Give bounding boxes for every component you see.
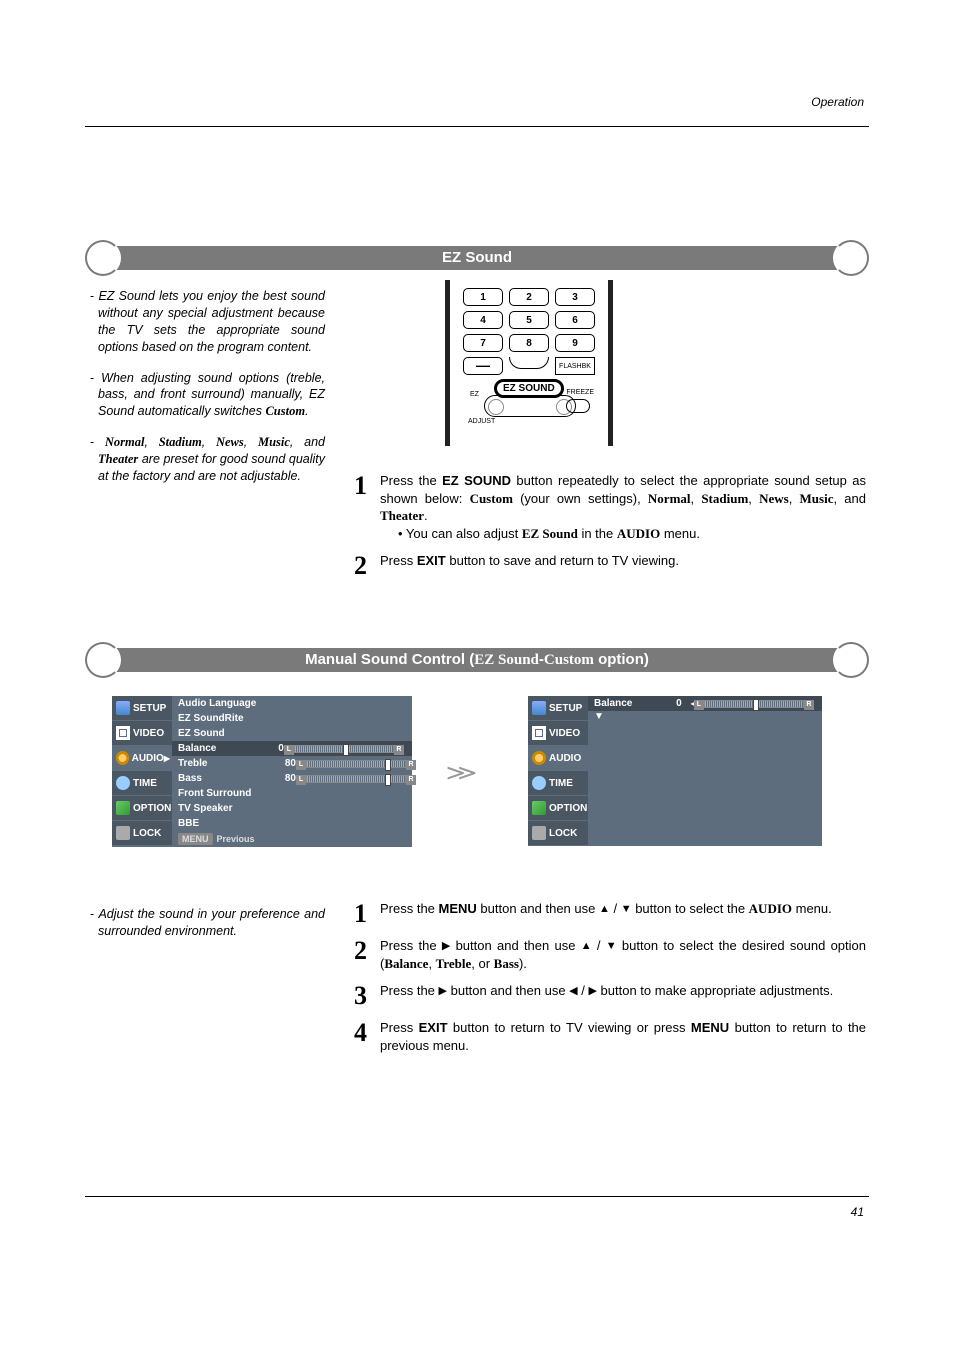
osd-tab-option: OPTION [112,796,172,820]
manual-note-1: Adjust the sound in your preference and … [98,907,325,938]
remote-key-1: 1 [463,288,503,306]
up-arrow-icon: ▲ [581,939,592,954]
remote-freeze-button [566,399,590,413]
osd-row: Front Surround [172,786,412,801]
osd-row: EZ Sound [172,726,412,741]
video-icon [116,726,130,740]
balance-slider: LR [704,700,804,708]
remote-illustration: 1 2 3 4 5 6 7 8 9 — FLASHBK EZ SOUND EZ … [445,280,613,446]
option-icon [532,801,546,815]
section-ez-sound-title: EZ Sound [85,240,869,276]
remote-key-4: 4 [463,311,503,329]
page-number: 41 [851,1205,864,1219]
osd-tab-video: VIDEO [112,721,172,745]
step-number-2: 2 [354,552,380,579]
audio-icon [532,751,546,765]
osd2-down-arrow: ▼ [588,711,822,722]
manual-step-4: Press EXIT button to return to TV viewin… [380,1019,866,1054]
left-arrow-icon: ◀ [569,984,577,999]
option-icon [116,801,130,815]
osd2-tab-time: TIME [528,771,588,795]
footer-rule [85,1196,869,1197]
remote-key-6: 6 [555,311,595,329]
chevron-right-icon: ▶ [164,754,170,763]
osd-row: EZ SoundRite [172,711,412,726]
step-number-1: 1 [354,472,380,542]
setup-icon [116,701,130,715]
osd-tab-time: TIME [112,771,172,795]
osd2-tab-setup: SETUP [528,696,588,720]
remote-label-freeze: FREEZE [566,389,594,396]
manual-step-2: Press the ▶ button and then use ▲ / ▼ bu… [380,937,866,972]
osd-row: Bass80LR [172,771,412,786]
audio-icon [116,751,129,765]
section-manual-label: Manual Sound Control (EZ Sound-Custom op… [85,648,869,672]
manual-step-1: Press the MENU button and then use ▲ / ▼… [380,900,866,927]
time-icon [116,776,130,790]
remote-key-3: 3 [555,288,595,306]
step-number-1: 1 [354,900,380,927]
remote-key-flashbk: FLASHBK [555,357,595,375]
osd-row: BBE [172,816,412,831]
osd-tab-lock: LOCK [112,821,172,845]
osd2-tab-video: VIDEO [528,721,588,745]
right-arrow-icon: ▶ [588,984,596,999]
remote-key-dash: — [463,357,503,375]
osd2-tab-lock: LOCK [528,821,588,845]
osd2-tab-audio: AUDIO [528,746,588,770]
ez-step-2: Press EXIT button to save and return to … [380,552,866,579]
osd-tab-setup: SETUP [112,696,172,720]
osd2-tab-option: OPTION [528,796,588,820]
ez-step-1: Press the EZ SOUND button repeatedly to … [380,472,866,542]
remote-label-ez: EZ [470,391,479,398]
ez-sound-steps: 1 Press the EZ SOUND button repeatedly t… [354,472,866,589]
manual-notes: - Adjust the sound in your preference an… [90,906,325,954]
step-number-2: 2 [354,937,380,972]
down-arrow-icon: ▼ [621,902,632,917]
remote-key-2: 2 [509,288,549,306]
right-arrow-icon: ▶ [442,939,450,954]
video-icon [532,726,546,740]
osd-row: Audio Language [172,696,412,711]
osd-row: TV Speaker [172,801,412,816]
remote-label-adjust: ADJUST [468,418,495,425]
right-arrow-icon: ▶ [439,984,447,999]
transition-arrow-icon: ≫ [445,760,477,786]
remote-key-7: 7 [463,334,503,352]
ez-note-1: EZ Sound lets you enjoy the best sound w… [98,289,325,354]
osd-row: Treble80LR [172,756,412,771]
ez-sound-notes: - EZ Sound lets you enjoy the best sound… [90,288,325,499]
osd-row: Balance0LR▶ [172,741,412,756]
down-arrow-icon: ▼ [606,939,617,954]
remote-ez-button [484,395,576,417]
remote-key-5: 5 [509,311,549,329]
step-number-4: 4 [354,1019,380,1054]
step-number-3: 3 [354,982,380,1009]
osd-footer: MENUPrevious [172,831,412,847]
osd2-row-balance: Balance 0 ◀ LR ▶ [588,696,822,711]
lock-icon [532,826,546,840]
header-rule [85,126,869,127]
osd-menu-balance: SETUP VIDEO AUDIO TIME OPTION LOCK Balan… [528,696,822,846]
setup-icon [532,701,546,715]
page-header: Operation [811,95,864,109]
section-ez-sound-label: EZ Sound [85,246,869,270]
lock-icon [116,826,130,840]
manual-steps: 1 Press the MENU button and then use ▲ /… [354,900,866,1064]
up-arrow-icon: ▲ [599,902,610,917]
osd-tab-audio: AUDIO▶ [112,746,172,770]
manual-step-3: Press the ▶ button and then use ◀ / ▶ bu… [380,982,866,1009]
remote-key-0 [509,357,549,369]
remote-ezsound-callout: EZ SOUND [494,379,564,398]
osd-menu-audio-full: SETUP VIDEO AUDIO▶ TIME OPTION LOCK Audi… [112,696,412,847]
remote-key-8: 8 [509,334,549,352]
time-icon [532,776,546,790]
remote-key-9: 9 [555,334,595,352]
section-manual-title: Manual Sound Control (EZ Sound-Custom op… [85,642,869,678]
